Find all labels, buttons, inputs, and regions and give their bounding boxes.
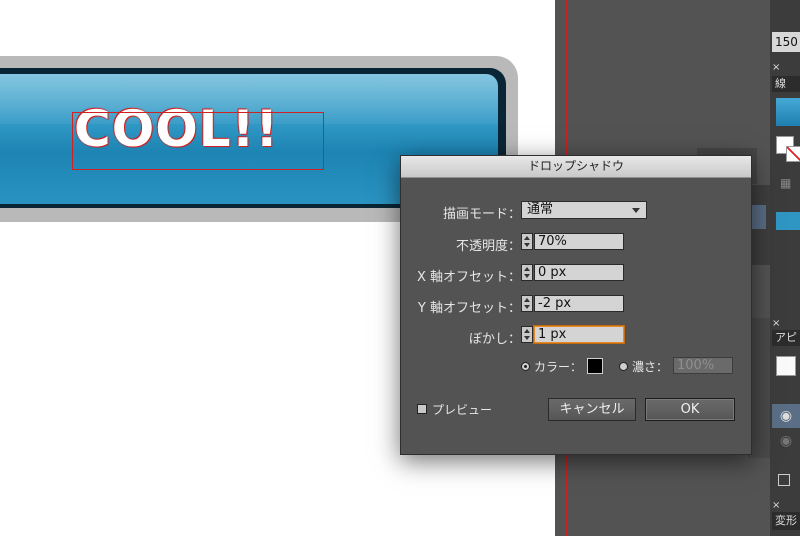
background-panel-fragment	[752, 205, 766, 229]
drop-shadow-dialog: ドロップシャドウ 描画モード： 通常 不透明度： 70% X 軸オフセット： 0…	[400, 155, 752, 455]
blend-mode-value: 通常	[527, 202, 554, 217]
stroke-none-swatch[interactable]	[786, 146, 800, 162]
tab-stroke[interactable]: 線	[772, 76, 800, 92]
color-option-label: カラー：	[534, 360, 583, 374]
x-offset-label: X 軸オフセット：	[416, 270, 521, 285]
blend-mode-label: 描画モード：	[442, 207, 521, 222]
darkness-radio[interactable]	[619, 362, 628, 371]
ok-button[interactable]: OK	[645, 398, 735, 421]
zoom-level-field[interactable]: 150	[772, 32, 800, 52]
opacity-stepper[interactable]	[521, 233, 533, 250]
new-item-icon[interactable]	[778, 474, 790, 486]
blur-input[interactable]: 1 px	[534, 326, 624, 343]
appearance-thumbnail	[776, 356, 796, 376]
visibility-eye-icon[interactable]: ◉	[772, 404, 800, 428]
fill-swatch[interactable]	[776, 98, 800, 126]
selection-bounding-box[interactable]	[72, 112, 324, 170]
chevron-down-icon	[632, 208, 640, 213]
preview-checkbox[interactable]	[417, 404, 427, 414]
shadow-color-swatch[interactable]	[587, 358, 603, 374]
blend-mode-select[interactable]: 通常	[521, 201, 647, 219]
close-icon[interactable]: ×	[772, 500, 780, 511]
tab-appearance[interactable]: アピ	[772, 330, 800, 346]
swatch-grid-icon[interactable]: ▦	[780, 176, 794, 190]
x-offset-input[interactable]: 0 px	[534, 264, 624, 281]
y-offset-label: Y 軸オフセット：	[417, 301, 521, 316]
darkness-input[interactable]: 100%	[673, 357, 733, 374]
blur-stepper[interactable]	[521, 326, 533, 343]
color-radio[interactable]	[521, 362, 530, 371]
blur-label: ぼかし：	[468, 332, 521, 347]
close-icon[interactable]: ×	[772, 62, 780, 73]
tab-transform[interactable]: 変形	[772, 512, 800, 530]
preview-label[interactable]: プレビュー	[432, 401, 492, 418]
y-offset-input[interactable]: -2 px	[534, 295, 624, 312]
y-offset-stepper[interactable]	[521, 295, 533, 312]
close-icon[interactable]: ×	[772, 318, 780, 329]
dialog-title: ドロップシャドウ	[401, 156, 751, 178]
opacity-input[interactable]: 70%	[534, 233, 624, 250]
visibility-eye-icon[interactable]: ◉	[772, 430, 800, 452]
x-offset-stepper[interactable]	[521, 264, 533, 281]
opacity-label: 不透明度：	[455, 239, 521, 254]
darkness-option-label: 濃さ：	[632, 360, 669, 374]
color-swatch[interactable]	[776, 212, 800, 230]
cancel-button[interactable]: キャンセル	[548, 398, 636, 421]
